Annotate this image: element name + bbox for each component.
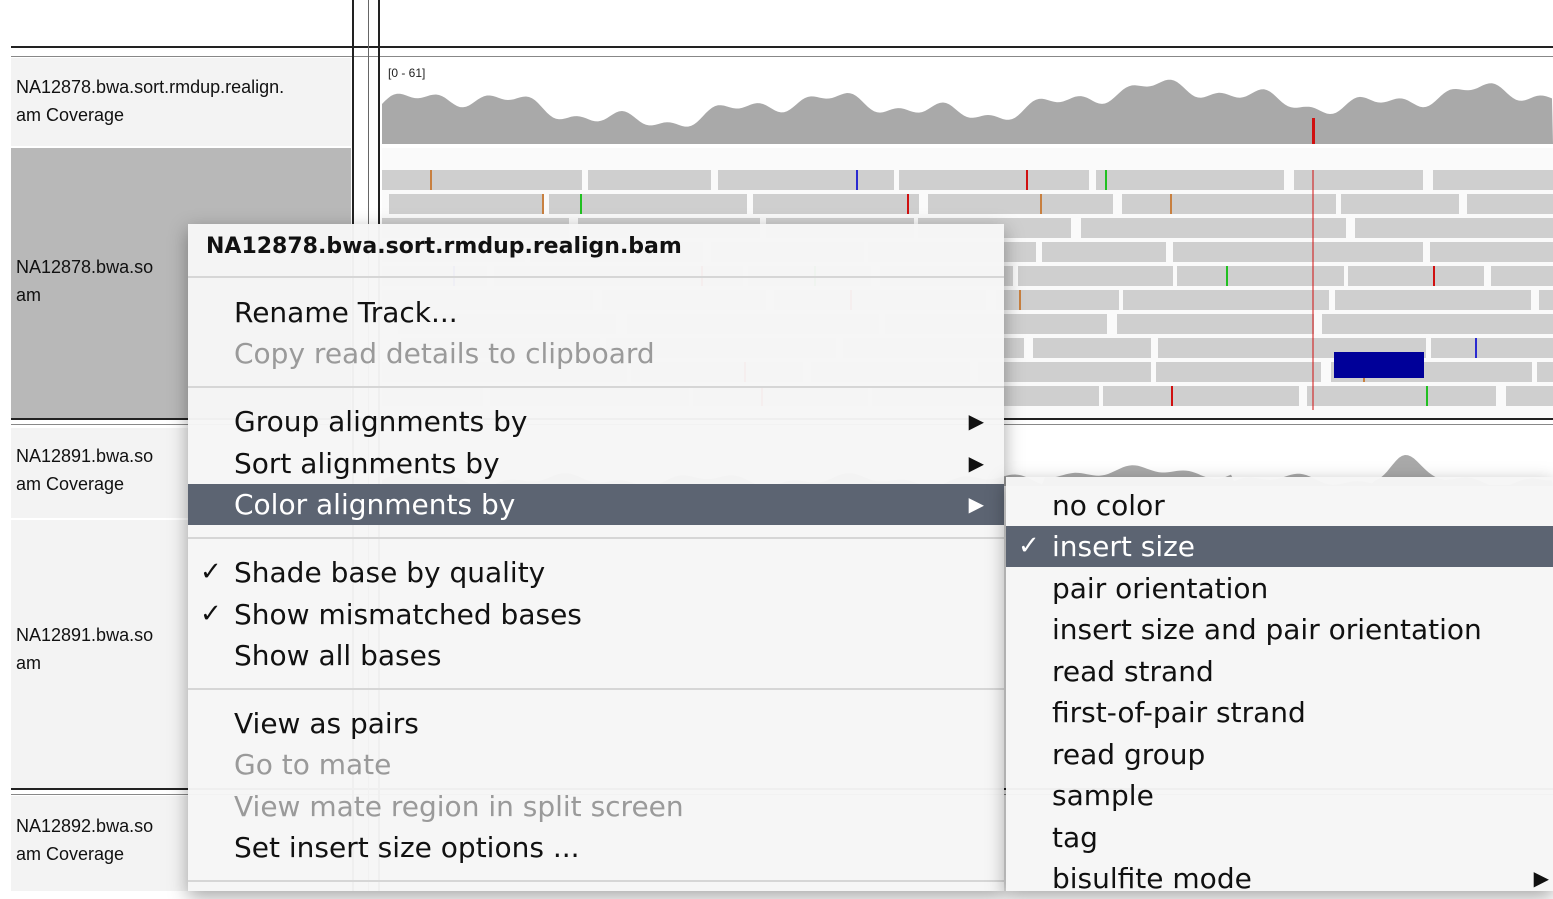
check-icon: ✓ — [200, 599, 222, 629]
color-option-read-strand[interactable]: read strand — [1006, 651, 1553, 692]
alignment-read — [1431, 338, 1553, 358]
header-divider — [11, 46, 1553, 48]
alignment-read — [1122, 194, 1336, 214]
view-as-pairs-item[interactable]: View as pairs — [188, 703, 1004, 744]
color-option-first-of-pair-strand[interactable]: first-of-pair strand — [1006, 692, 1553, 733]
mismatch-base — [1019, 290, 1021, 310]
alignment-read — [1018, 266, 1173, 286]
mismatch-base — [1105, 170, 1107, 190]
mismatch-base — [907, 194, 909, 214]
track-label-alignments-2: NA12891.bwa.so am — [16, 625, 154, 673]
track-label-coverage-3: NA12892.bwa.so am Coverage — [16, 816, 154, 864]
group-alignments-by-item[interactable]: Group alignments by ▶ — [188, 401, 1004, 442]
coverage-data-range: [0 - 61] — [388, 66, 426, 80]
mismatch-base — [856, 170, 858, 190]
go-to-mate-item[interactable]: Go to mate — [188, 744, 1004, 785]
large-insert-read — [1334, 352, 1424, 378]
alignment-read — [1539, 290, 1553, 310]
color-option-bisulfite-mode[interactable]: bisulfite mode ▶ — [1006, 858, 1553, 899]
alignment-read — [1348, 266, 1484, 286]
track-divider — [11, 56, 1553, 57]
alignment-read — [1081, 218, 1346, 238]
color-option-sample[interactable]: sample — [1006, 775, 1553, 816]
alignment-read — [1117, 314, 1314, 334]
menu-separator — [188, 276, 1004, 278]
color-option-no-color[interactable]: no color — [1006, 485, 1553, 526]
mismatch-base — [1040, 194, 1042, 214]
mismatch-base — [1433, 266, 1435, 286]
alignment-read — [1156, 362, 1321, 382]
alignment-read — [549, 194, 747, 214]
check-icon: ✓ — [1018, 531, 1040, 561]
color-option-read-group[interactable]: read group — [1006, 734, 1553, 775]
shade-base-by-quality-item[interactable]: ✓ Shade base by quality — [188, 552, 1004, 593]
alignment-read — [1506, 386, 1553, 406]
submenu-arrow-icon: ▶ — [968, 409, 984, 433]
alignment-read — [928, 194, 1113, 214]
menu-separator — [188, 880, 1004, 882]
coverage-mismatch-marker — [1312, 118, 1315, 144]
mismatch-base — [1475, 338, 1477, 358]
alignment-read — [1042, 242, 1166, 262]
sort-alignments-by-item[interactable]: Sort alignments by ▶ — [188, 443, 1004, 484]
alignment-read — [382, 170, 582, 190]
track-label-coverage-1: NA12878.bwa.sort.rmdup.realign. am Covera… — [16, 77, 285, 125]
mismatch-base — [1170, 194, 1172, 214]
alignment-read — [588, 170, 711, 190]
alignment-read — [1033, 338, 1151, 358]
rename-track-item[interactable]: Rename Track... — [188, 292, 1004, 333]
menu-separator — [188, 386, 1004, 388]
alignment-read — [753, 194, 919, 214]
mismatch-base — [1226, 266, 1228, 286]
color-option-tag[interactable]: tag — [1006, 817, 1553, 858]
color-option-pair-orientation[interactable]: pair orientation — [1006, 568, 1553, 609]
show-mismatched-bases-item[interactable]: ✓ Show mismatched bases — [188, 594, 1004, 635]
alignment-read — [1123, 290, 1329, 310]
color-alignments-by-item[interactable]: Color alignments by ▶ — [188, 484, 1004, 525]
alignment-read — [1335, 290, 1531, 310]
menu-separator — [188, 688, 1004, 690]
show-all-bases-item[interactable]: Show all bases — [188, 635, 1004, 676]
alignment-read — [1307, 386, 1496, 406]
menu-title: NA12878.bwa.sort.rmdup.realign.bam — [206, 234, 682, 259]
alignment-read — [718, 170, 894, 190]
mismatch-base — [1171, 386, 1173, 406]
alignment-read — [1177, 266, 1344, 286]
alignment-read — [1537, 362, 1553, 382]
color-alignments-submenu[interactable]: no color ✓ insert size pair orientation … — [1006, 477, 1553, 895]
alignment-read — [1103, 386, 1299, 406]
alignment-read — [389, 194, 544, 214]
alignment-read — [1173, 242, 1423, 262]
color-option-insert-size-and-pair-orientation[interactable]: insert size and pair orientation — [1006, 609, 1553, 650]
alignment-read — [1322, 314, 1553, 334]
track-context-menu[interactable]: NA12878.bwa.sort.rmdup.realign.bam Renam… — [188, 224, 1004, 891]
copy-read-details-item[interactable]: Copy read details to clipboard — [188, 333, 1004, 374]
alignment-read — [1467, 194, 1553, 214]
alignment-read — [996, 290, 1119, 310]
submenu-arrow-icon: ▶ — [1533, 866, 1549, 890]
alignment-read — [1341, 194, 1459, 214]
mismatch-base — [580, 194, 582, 214]
set-insert-size-options-item[interactable]: Set insert size options ... — [188, 827, 1004, 868]
alignment-read — [1430, 242, 1553, 262]
mismatch-base — [1026, 170, 1028, 190]
track-label-alignments-1: NA12878.bwa.so am — [16, 257, 154, 305]
alignment-read — [1491, 266, 1553, 286]
menu-separator — [188, 537, 1004, 539]
view-mate-region-item[interactable]: View mate region in split screen — [188, 786, 1004, 827]
mismatch-base — [430, 170, 432, 190]
check-icon: ✓ — [200, 557, 222, 587]
alignment-read — [899, 170, 1089, 190]
alignment-read — [1096, 170, 1284, 190]
coverage-histogram — [382, 79, 1553, 144]
submenu-arrow-icon: ▶ — [968, 492, 984, 516]
mismatch-base — [1426, 386, 1428, 406]
color-option-insert-size[interactable]: ✓ insert size — [1006, 526, 1553, 567]
submenu-arrow-icon: ▶ — [968, 451, 984, 475]
mismatch-base — [542, 194, 544, 214]
mismatch-column — [1312, 170, 1314, 410]
alignment-read — [1355, 218, 1553, 238]
alignment-read — [1433, 170, 1553, 190]
track-label-coverage-2: NA12891.bwa.so am Coverage — [16, 446, 154, 494]
